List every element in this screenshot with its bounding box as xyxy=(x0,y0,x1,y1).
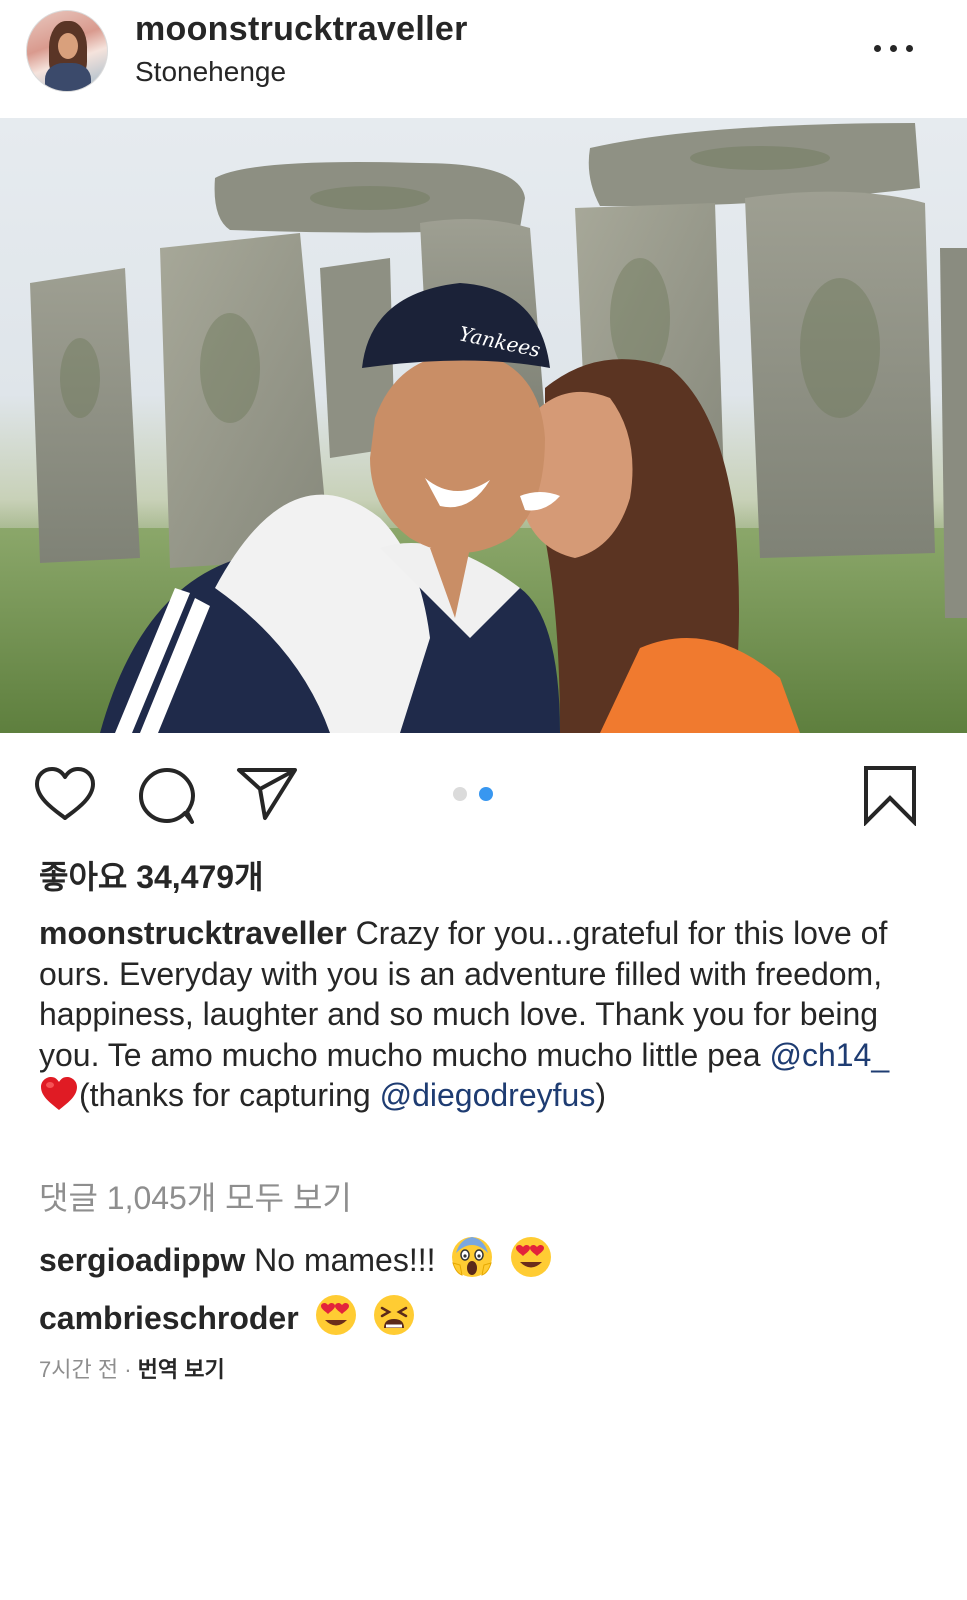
comment-item: cambrieschroder xyxy=(39,1293,416,1337)
avatar[interactable] xyxy=(26,10,108,92)
more-horizontal-icon[interactable] xyxy=(872,36,916,60)
heart-outline-icon[interactable] xyxy=(34,766,96,822)
photo-illustration: Yankees xyxy=(0,123,967,733)
caption-text-2: (thanks for capturing xyxy=(79,1077,380,1113)
post-caption: moonstrucktraveller Crazy for you...grat… xyxy=(39,913,929,1116)
red-heart-emoji-icon xyxy=(41,1077,77,1110)
post-meta: 7시간 전 · 번역 보기 xyxy=(39,1352,225,1384)
caption-username[interactable]: moonstrucktraveller xyxy=(39,915,347,951)
view-all-comments-link[interactable]: 댓글 1,045개 모두 보기 xyxy=(39,1173,352,1219)
post-username[interactable]: moonstrucktraveller xyxy=(135,10,468,49)
mention-link[interactable]: @ch14_ xyxy=(769,1037,889,1073)
comment-username[interactable]: cambrieschroder xyxy=(39,1300,299,1336)
meta-separator: · xyxy=(118,1357,138,1382)
paper-plane-icon[interactable] xyxy=(235,766,299,822)
caption-text-3: ) xyxy=(595,1077,606,1113)
carousel-dot-1 xyxy=(453,787,467,801)
avatar-body xyxy=(45,63,91,91)
carousel-dot-2-active xyxy=(479,787,493,801)
mention-link-2[interactable]: @diegodreyfus xyxy=(380,1077,596,1113)
likes-count[interactable]: 좋아요 34,479개 xyxy=(39,852,264,898)
comment-username[interactable]: sergioadippw xyxy=(39,1242,245,1278)
face-screaming-in-fear-emoji-icon xyxy=(452,1237,493,1277)
comment-bubble-icon[interactable] xyxy=(137,766,197,826)
bookmark-outline-icon[interactable] xyxy=(862,764,918,826)
smiling-face-with-heart-eyes-emoji-icon xyxy=(511,1237,552,1277)
comment-item: sergioadippw No mames!!! xyxy=(39,1235,553,1279)
comment-text xyxy=(299,1300,308,1336)
smiling-face-with-heart-eyes-emoji-icon xyxy=(315,1295,356,1335)
translate-link[interactable]: 번역 보기 xyxy=(138,1357,225,1382)
avatar-face xyxy=(58,33,78,59)
tired-face-emoji-icon xyxy=(374,1295,415,1335)
post-location[interactable]: Stonehenge xyxy=(135,56,286,88)
post-photo[interactable]: Yankees xyxy=(0,118,967,733)
post-header: moonstrucktraveller Stonehenge xyxy=(0,0,967,119)
post-timestamp: 7시간 전 xyxy=(39,1357,119,1382)
comment-text: No mames!!! xyxy=(245,1242,445,1278)
